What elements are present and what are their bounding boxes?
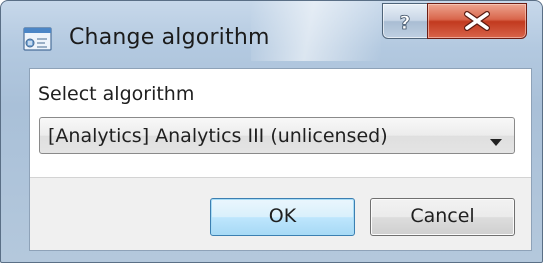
change-algorithm-dialog: Change algorithm ? Select algorithm [Ana… (0, 0, 543, 263)
svg-text:?: ? (399, 12, 410, 34)
algorithm-dropdown-value: [Analytics] Analytics III (unlicensed) (48, 125, 388, 147)
button-bar: OK Cancel (30, 178, 531, 250)
algorithm-dropdown[interactable]: [Analytics] Analytics III (unlicensed) (39, 117, 515, 154)
cancel-button[interactable]: Cancel (370, 198, 515, 236)
dropdown-arrow-icon (490, 132, 502, 151)
help-button[interactable]: ? (382, 3, 429, 39)
title-bar[interactable]: Change algorithm ? (1, 1, 542, 61)
help-question-icon: ? (399, 12, 411, 35)
close-button[interactable] (427, 3, 527, 39)
select-algorithm-label: Select algorithm (38, 83, 195, 105)
dialog-content: Select algorithm [Analytics] Analytics I… (29, 68, 532, 251)
app-window-icon (23, 27, 53, 53)
close-x-icon (464, 11, 490, 31)
window-title: Change algorithm (69, 25, 270, 50)
title-bar-glare (251, 1, 381, 61)
ok-button[interactable]: OK (210, 198, 355, 236)
